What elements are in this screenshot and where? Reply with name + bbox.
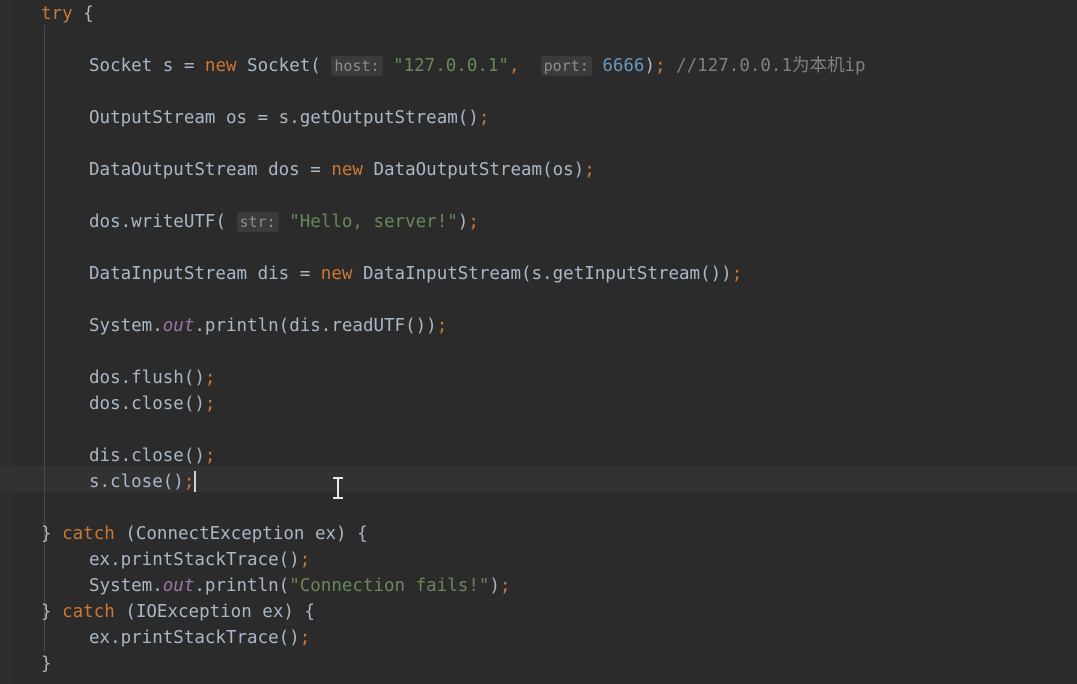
code-token: ; [468, 212, 479, 232]
code-token: } [41, 524, 52, 544]
code-token: dis.close() [89, 446, 205, 466]
code-token: ; [731, 264, 743, 284]
code-token: (ConnectException ex) { [114, 524, 368, 544]
code-token: "Hello, server!" [289, 212, 458, 232]
code-token: s.close() [89, 472, 184, 492]
code-token: } [41, 654, 52, 674]
code-line[interactable]: System.out.println("Connection fails!"); [0, 573, 510, 599]
code-line[interactable]: } catch (IOException ex) { [0, 599, 315, 625]
code-token: new [320, 264, 353, 284]
code-line[interactable]: dos.flush(); [0, 365, 215, 391]
code-line[interactable]: dis.close(); [0, 443, 215, 469]
text-caret [194, 471, 197, 492]
code-token: ex.printStackTrace() [89, 550, 300, 570]
code-token: OutputStream os [89, 108, 258, 128]
code-line[interactable]: DataInputStream dis = new DataInputStrea… [0, 261, 742, 287]
code-line[interactable]: DataOutputStream dos = new DataOutputStr… [0, 157, 595, 183]
code-token: 6666 [602, 56, 645, 76]
code-token: .println(dis.readUTF()) [194, 316, 437, 336]
code-token: Socket [236, 56, 311, 76]
code-token: DataOutputStream(os) [362, 160, 585, 180]
parameter-hint-badge: port: [540, 56, 592, 76]
code-token: System. [89, 316, 163, 336]
code-token: System. [89, 576, 163, 596]
code-token: DataOutputStream dos [89, 160, 311, 180]
code-token: catch [62, 524, 115, 544]
code-token: ( [310, 56, 321, 76]
code-token: Socket s [89, 56, 184, 76]
code-token: ; [299, 550, 311, 570]
code-line[interactable]: try { [0, 1, 94, 27]
code-token: "127.0.0.1" [393, 56, 509, 76]
parameter-hint-badge: host: [331, 56, 383, 76]
code-line[interactable]: } catch (ConnectException ex) { [0, 521, 368, 547]
code-token: (IOException ex) { [114, 602, 315, 622]
code-line[interactable]: OutputStream os = s.getOutputStream(); [0, 105, 489, 131]
code-token: s.getOutputStream() [278, 108, 479, 128]
code-editor[interactable]: try {Socket s = new Socket( host: "127.0… [0, 0, 1077, 684]
code-token: dos.flush() [89, 368, 205, 388]
code-token: DataInputStream dis [89, 264, 300, 284]
code-token: ; [204, 446, 216, 466]
code-token: { [83, 4, 94, 24]
code-token: = [183, 56, 205, 76]
code-token: ; [436, 316, 448, 336]
code-token: out [162, 316, 195, 336]
code-line[interactable]: ex.printStackTrace(); [0, 547, 310, 573]
code-line[interactable]: } [0, 651, 52, 677]
code-token: dos.close() [89, 394, 205, 414]
code-token: ; [183, 472, 195, 492]
code-token: .println( [194, 576, 290, 596]
code-token: , [508, 56, 520, 76]
code-token: = [310, 160, 332, 180]
code-token: = [299, 264, 321, 284]
code-content[interactable]: try {Socket s = new Socket( host: "127.0… [0, 0, 1077, 684]
code-token: catch [62, 602, 115, 622]
code-token: new [204, 56, 237, 76]
code-token: dos.writeUTF [89, 212, 216, 232]
code-line[interactable]: s.close(); [0, 469, 194, 495]
code-line[interactable]: dos.writeUTF( str: "Hello, server!"); [0, 209, 479, 235]
code-line[interactable]: ex.printStackTrace(); [0, 625, 310, 651]
code-token: ) [457, 212, 469, 232]
code-token: ; [478, 108, 490, 128]
code-token: try [41, 4, 73, 24]
code-token: //127.0.0.1为本机ip [676, 56, 866, 76]
code-token: ; [655, 56, 666, 76]
code-token: out [162, 576, 195, 596]
code-token: "Connection fails!" [289, 576, 490, 596]
code-token: ) [489, 576, 500, 596]
code-line[interactable]: Socket s = new Socket( host: "127.0.0.1"… [0, 53, 866, 79]
code-token: ex.printStackTrace() [89, 628, 300, 648]
code-line[interactable]: dos.close(); [0, 391, 215, 417]
code-token: ) [644, 56, 656, 76]
code-token: ; [584, 160, 595, 180]
code-token: = [257, 108, 279, 128]
code-token: DataInputStream(s.getInputStream()) [352, 264, 732, 284]
code-token: } [41, 602, 52, 622]
code-token: ; [204, 394, 216, 414]
code-token: ; [499, 576, 511, 596]
code-token: ; [204, 368, 216, 388]
code-token: new [331, 160, 363, 180]
code-line[interactable]: System.out.println(dis.readUTF()); [0, 313, 447, 339]
code-token: ( [215, 212, 226, 232]
parameter-hint-badge: str: [236, 212, 279, 232]
code-token: ; [299, 628, 311, 648]
